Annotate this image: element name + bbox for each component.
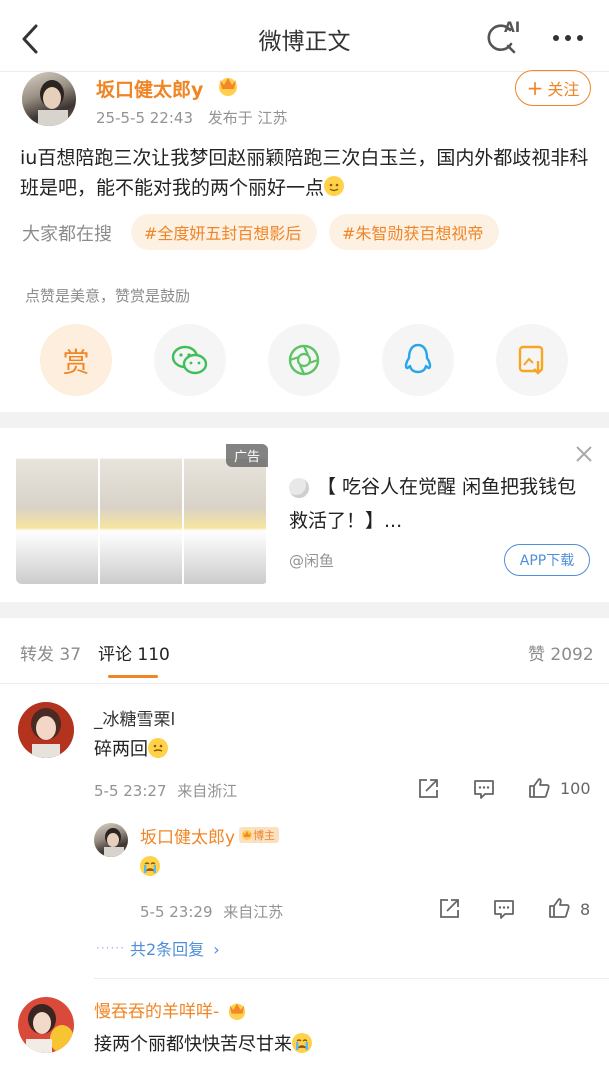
wechat-icon [171, 345, 208, 375]
comment-time: 5-5 23:27 [94, 782, 167, 800]
comment-text: 接两个丽都快快苦尽甘来 [94, 1030, 312, 1056]
section-gap [0, 602, 609, 618]
trending-tag[interactable]: #朱智勋获百想视帝 [329, 214, 499, 250]
app-download-button[interactable]: APP下载 [504, 544, 590, 576]
trending-search-label: 大家都在搜 [22, 224, 112, 245]
save-image-icon [518, 345, 544, 375]
plus-icon: + [526, 76, 544, 100]
reward-button[interactable]: 赏 [40, 324, 112, 396]
ad-bubble-icon [289, 478, 309, 498]
comment-icon[interactable] [472, 777, 496, 801]
save-image-button[interactable] [496, 324, 568, 396]
trending-tag[interactable]: #全度妍五封百想影后 [131, 214, 317, 250]
blogger-badge-label: 博主 [253, 829, 276, 842]
commenter-name[interactable]: 慢吞吞的羊咩咩- [94, 1002, 219, 1022]
moments-icon [288, 344, 320, 376]
ad-image-panel [16, 444, 100, 584]
crying-emoji-icon [140, 856, 160, 876]
reply-time: 5-5 23:29 [140, 903, 213, 921]
blogger-badge: 博主 [239, 827, 280, 843]
more-icon[interactable] [548, 28, 588, 48]
crown-badge-icon [229, 1003, 246, 1020]
thumbs-up-icon[interactable] [527, 776, 551, 800]
chevron-right-icon: › [213, 940, 220, 959]
author-avatar[interactable] [22, 72, 76, 126]
share-moments-button[interactable] [268, 324, 340, 396]
follow-button[interactable]: + 关注 [515, 70, 591, 106]
post-location: 发布于 江苏 [207, 109, 288, 127]
comment-text: 碎两回 [94, 735, 168, 761]
commenter-name[interactable]: _冰糖雪栗l [94, 705, 175, 730]
reply-author: 坂口健太郎y 博主 [140, 823, 280, 848]
share-qq-button[interactable] [382, 324, 454, 396]
comment-text-body: 接两个丽都快快苦尽甘来 [94, 1034, 292, 1055]
avatar-image [38, 80, 68, 126]
tabs-divider [0, 683, 609, 684]
ad-image[interactable]: 广告 [16, 444, 268, 584]
reply-text [140, 856, 160, 877]
close-icon[interactable] [574, 444, 594, 464]
ai-search-button[interactable]: AI [484, 20, 524, 56]
crying-emoji-icon [292, 1033, 312, 1053]
share-icon[interactable] [416, 777, 440, 801]
commenter-avatar[interactable] [18, 702, 74, 758]
post-meta: 25-5-5 22:43 发布于 江苏 [96, 107, 288, 128]
reply-author-name[interactable]: 坂口健太郎y [140, 828, 235, 848]
commenter: 慢吞吞的羊咩咩- [94, 997, 248, 1022]
comment-text-body: 碎两回 [94, 739, 148, 760]
author-name[interactable]: 坂口健太郎y [96, 75, 203, 102]
like-count: 100 [560, 779, 591, 798]
tab-likes[interactable]: 赞 2092 [528, 640, 594, 665]
comment-location: 来自浙江 [177, 782, 238, 800]
more-replies-link[interactable]: ······ 共2条回复 › [96, 936, 220, 960]
comment-meta: 5-5 23:27 来自浙江 [94, 780, 237, 801]
more-replies-label: 共2条回复 [129, 940, 205, 959]
crown-badge-icon [219, 78, 237, 96]
sad-smile-emoji-icon [148, 738, 168, 758]
ad-title[interactable]: 【 吃谷人在觉醒 闲鱼把我钱包救活了！】... [289, 470, 589, 538]
reply-avatar[interactable] [94, 823, 128, 857]
smile-emoji-icon [324, 176, 345, 196]
qq-icon [404, 343, 432, 374]
crown-badge-icon [242, 830, 253, 840]
dotted-line-icon: ······ [96, 941, 125, 955]
ad-source: @闲鱼 [289, 552, 335, 570]
reply-meta: 5-5 23:29 来自江苏 [140, 901, 283, 922]
nav-divider [0, 71, 609, 72]
ad-title-text: 【 吃谷人在觉醒 闲鱼把我钱包救活了！】... [289, 476, 577, 532]
nav-bar: 微博正文 AI [0, 0, 609, 72]
active-tab-indicator [108, 675, 158, 678]
section-gap [0, 412, 609, 428]
reply-location: 来自江苏 [223, 903, 284, 921]
avatar-image [104, 828, 124, 857]
follow-label: 关注 [547, 80, 580, 99]
thumbs-up-icon[interactable] [547, 896, 571, 920]
tab-reposts[interactable]: 转发 37 [20, 640, 81, 665]
share-icon[interactable] [437, 897, 461, 921]
reward-label: 赏 [62, 347, 90, 379]
ad-image-panel [100, 444, 184, 584]
like-count: 8 [580, 900, 591, 919]
avatar-image [18, 997, 74, 1053]
commenter-avatar[interactable] [18, 997, 74, 1053]
ai-label: AI [504, 20, 521, 36]
reward-hint: 点赞是美意，赞赏是鼓励 [25, 287, 191, 305]
ad-badge: 广告 [225, 444, 268, 467]
comment-divider [94, 978, 609, 979]
avatar-image [18, 702, 74, 758]
post-timestamp: 25-5-5 22:43 [96, 109, 193, 127]
comment-icon[interactable] [492, 897, 516, 921]
post-text: iu百想陪跑三次让我梦回赵丽颖陪跑三次白玉兰，国内外都歧视非科班是吧，能不能对我… [20, 147, 589, 199]
post-content: iu百想陪跑三次让我梦回赵丽颖陪跑三次白玉兰，国内外都歧视非科班是吧，能不能对我… [20, 143, 595, 203]
share-wechat-button[interactable] [154, 324, 226, 396]
tab-comments[interactable]: 评论 110 [98, 640, 170, 665]
